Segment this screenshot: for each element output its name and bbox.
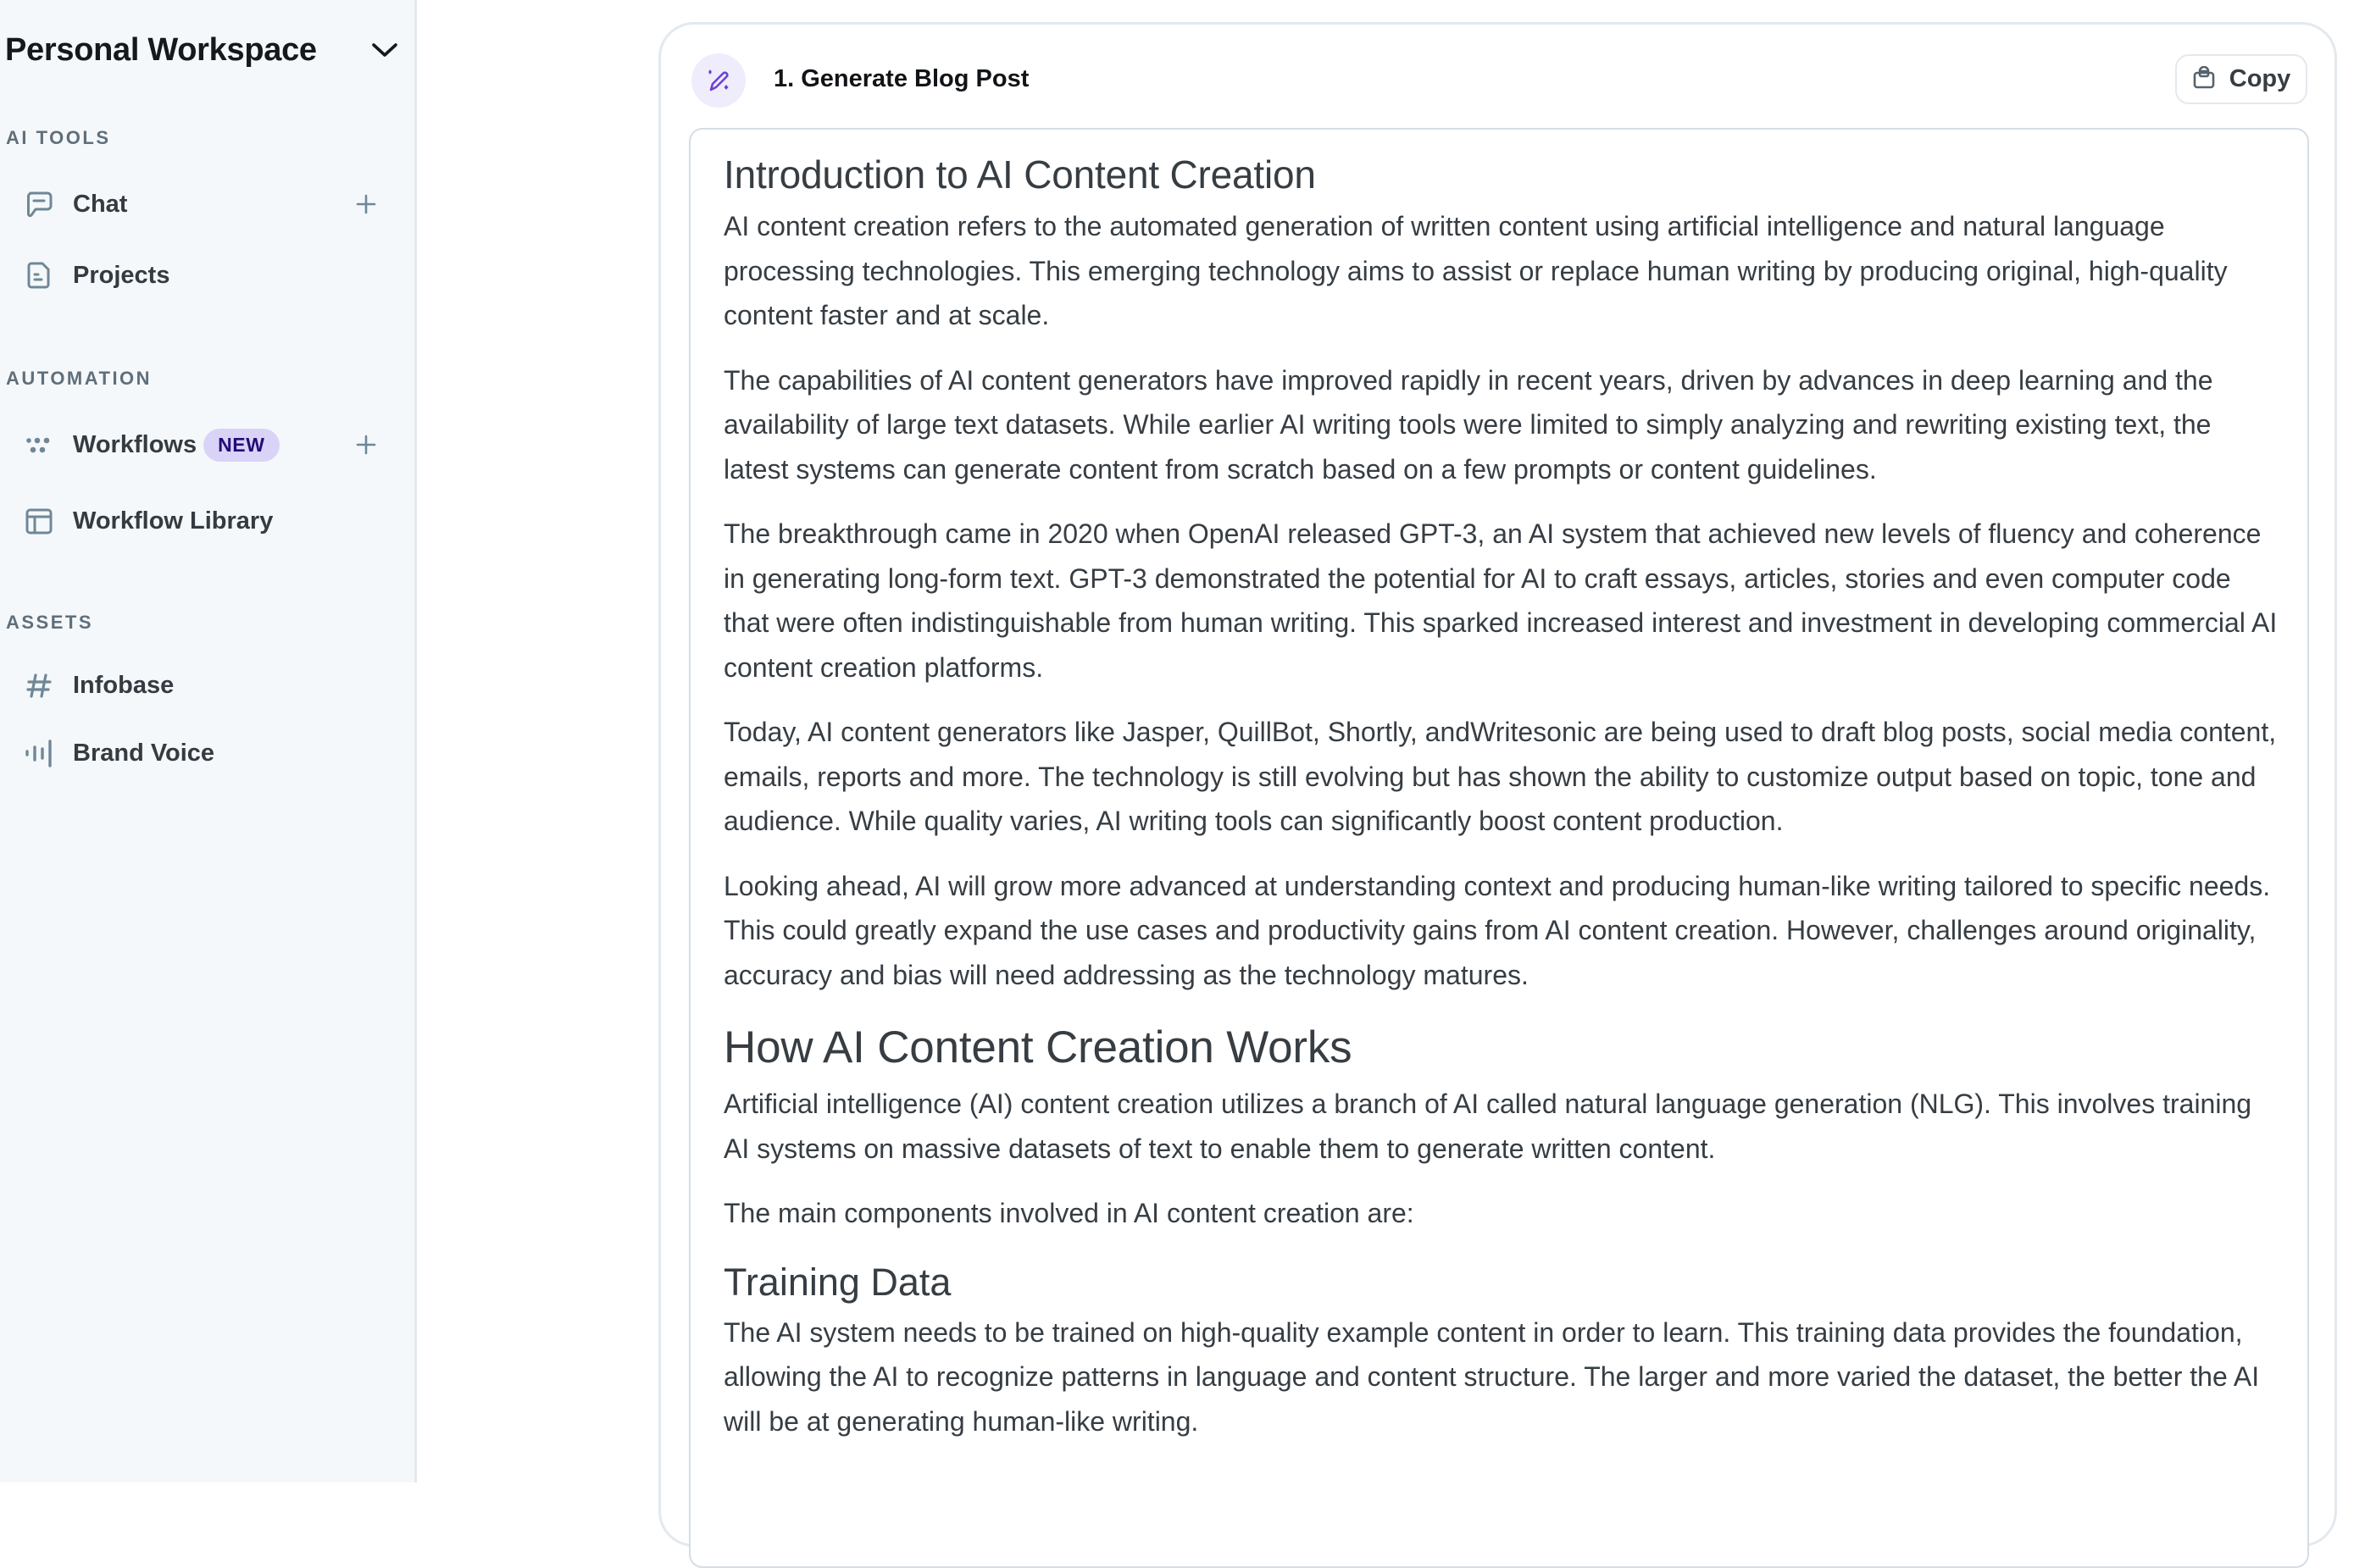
section-label-automation: AUTOMATION [6,368,153,389]
sidebar: Personal Workspace AI TOOLS Chat Project… [0,0,417,1482]
workflow-step-card: 1. Generate Blog Post Copy Introduction … [658,22,2337,1568]
workflow-dots-icon [22,428,56,462]
article-paragraph: The main components involved in AI conte… [724,1198,1414,1228]
audio-bars-icon [22,736,56,770]
article-paragraph: Today, AI content generators like Jasper… [724,717,2277,836]
article-paragraph: AI content creation refers to the automa… [724,211,2228,330]
sidebar-item-workflows[interactable]: Workflows NEW [22,418,386,472]
blog-post-article: Introduction to AI Content Creation AI c… [724,148,2283,1464]
generated-content[interactable]: Introduction to AI Content Creation AI c… [689,128,2309,1568]
article-paragraph: The capabilities of AI content generator… [724,364,2213,485]
copy-label: Copy [2229,65,2291,92]
article-paragraph: Looking ahead, AI will grow more advance… [724,870,2271,990]
sidebar-item-label: Projects [73,261,170,289]
add-workflow-button[interactable] [351,429,381,460]
workspace-switcher[interactable]: Personal Workspace [5,25,403,75]
article-paragraph: Artificial intelligence (AI) content cre… [724,1089,2252,1164]
layout-icon [22,504,56,538]
clipboard-icon [2192,65,2216,92]
sidebar-item-label: Chat [73,190,128,218]
sidebar-item-infobase[interactable]: Infobase [22,658,386,712]
sidebar-item-label: Infobase [73,671,175,699]
magic-pen-icon [691,53,746,108]
section-label-ai-tools: AI TOOLS [6,127,111,148]
sidebar-item-chat[interactable]: Chat [22,177,386,231]
article-subheading-training-data: Training Data [724,1260,952,1304]
section-label-assets: ASSETS [6,612,94,633]
plus-icon [356,435,376,455]
sidebar-item-label: Workflows [73,430,197,458]
plus-icon [356,194,376,214]
sidebar-item-projects[interactable]: Projects [22,248,386,302]
sidebar-item-workflow-library[interactable]: Workflow Library [22,494,386,548]
card-header: 1. Generate Blog Post Copy [691,53,2307,108]
sidebar-item-label: Brand Voice [73,739,215,767]
add-chat-button[interactable] [351,189,381,219]
step-title: 1. Generate Blog Post [774,65,1030,92]
workspace-title: Personal Workspace [5,31,317,68]
copy-button[interactable]: Copy [2175,54,2307,104]
article-heading-intro: Introduction to AI Content Creation [724,152,1316,197]
hash-icon [22,668,56,702]
sidebar-item-label: Workflow Library [73,507,274,535]
chat-icon [22,187,56,221]
article-paragraph: The breakthrough came in 2020 when OpenA… [724,518,2278,683]
sidebar-item-brand-voice[interactable]: Brand Voice [22,726,386,780]
new-badge: NEW [203,428,280,462]
article-heading-how-it-works: How AI Content Creation Works [724,1022,1352,1072]
document-icon [22,258,56,292]
article-paragraph: The AI system needs to be trained on hig… [724,1316,2260,1437]
chevron-down-icon[interactable] [368,33,402,67]
